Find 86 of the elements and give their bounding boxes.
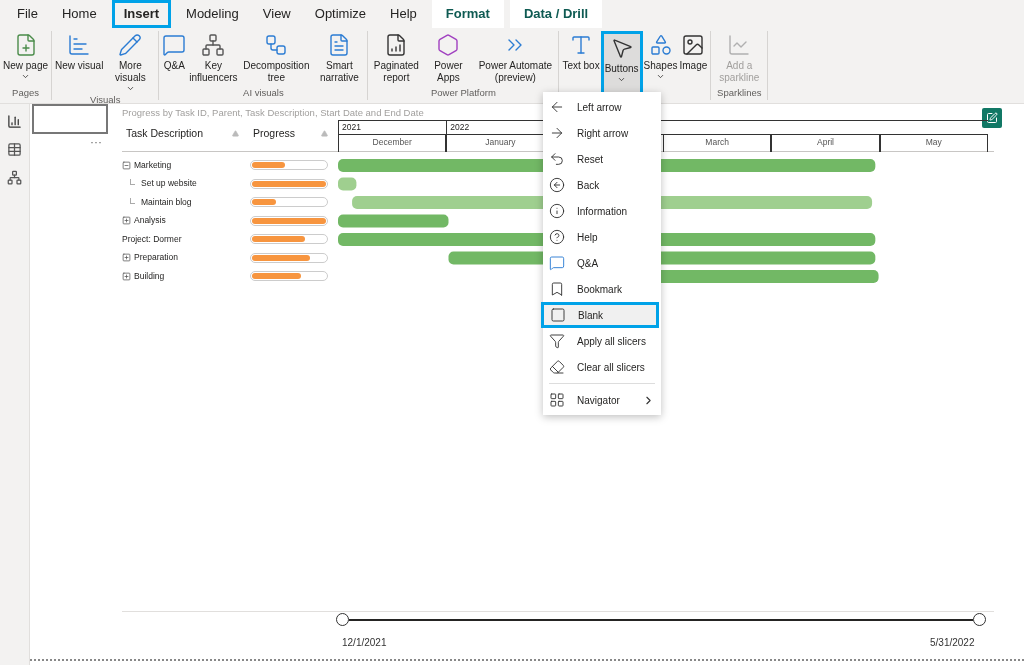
pencil-icon (118, 33, 143, 57)
hexagon-icon (436, 33, 461, 57)
group-label: Power Platform (429, 85, 497, 100)
ribbon-button[interactable]: Power Automate (preview) (474, 31, 557, 86)
ribbon-button[interactable]: More visuals (104, 31, 157, 93)
help-icon (549, 229, 565, 245)
month-label: March (663, 135, 772, 152)
table-view-icon[interactable] (7, 142, 22, 157)
ribbon-button[interactable]: Decomposition tree (239, 31, 314, 86)
column-header[interactable]: Progress (253, 126, 321, 151)
bar-chart-icon (67, 33, 92, 57)
task-name: Maintain blog (141, 195, 192, 209)
menu-item[interactable]: Blank (541, 302, 659, 328)
menu-item[interactable]: Help (543, 224, 661, 250)
bookmark-icon (549, 281, 565, 297)
task-name: Project: Dormer (122, 232, 182, 246)
ribbon-tab[interactable]: File (8, 0, 47, 28)
eraser-icon (549, 359, 565, 375)
expand-icon[interactable] (122, 271, 131, 281)
ribbon-button[interactable]: Q&A (161, 31, 188, 86)
focus-mode-button[interactable] (982, 108, 1002, 128)
task-name: Preparation (134, 251, 178, 265)
slider-handle[interactable] (973, 613, 986, 626)
group-label: Sparklines (716, 85, 763, 100)
month-label: April (771, 135, 880, 152)
ribbon-tab[interactable]: View (253, 0, 300, 28)
ribbon-button[interactable]: Image (678, 31, 709, 100)
menu-item[interactable]: Back (543, 172, 661, 198)
task-name: Set up website (141, 177, 197, 191)
page-thumbnail[interactable] (32, 104, 108, 134)
start-date: 12/1/2021 (342, 636, 387, 650)
month-label: May (879, 135, 988, 152)
model-view-icon[interactable] (7, 170, 22, 185)
column-header[interactable]: Task Description (126, 126, 232, 151)
speech-bubble-icon (549, 255, 565, 271)
ribbon-tab[interactable]: Data / Drill (509, 0, 603, 28)
more-options[interactable]: ··· (90, 137, 102, 147)
sparkline-icon (727, 33, 752, 57)
month-label: December (338, 135, 447, 152)
tree-connector (130, 197, 135, 204)
menu-item[interactable]: Bookmark (543, 276, 661, 302)
menu-item[interactable]: Q&A (543, 250, 661, 276)
info-icon (549, 203, 565, 219)
grid-icon (549, 392, 565, 408)
task-name: Marketing (134, 158, 172, 172)
task-name: Analysis (134, 214, 166, 228)
ribbon-button[interactable]: Power Apps (422, 31, 475, 86)
slider-handle[interactable] (336, 613, 349, 626)
menu-item[interactable]: Apply all slicers (543, 328, 661, 354)
task-name: Building (134, 269, 165, 283)
expand-icon[interactable] (122, 216, 131, 226)
ribbon-button[interactable]: New page (2, 31, 50, 86)
image-icon (681, 33, 706, 57)
date-range-slider[interactable] (336, 613, 986, 627)
ribbon-tab[interactable]: Format (431, 0, 504, 28)
ribbon-button[interactable]: New visual (54, 31, 105, 93)
edit-icon (986, 112, 998, 124)
collapse-icon[interactable] (122, 160, 131, 170)
visual-title: Progress by Task ID, Parent, Task Description, Start Date and End Date (122, 106, 424, 120)
year-label: 2021 (338, 121, 447, 134)
back-circle-icon (549, 177, 565, 193)
ribbon-tab[interactable]: Help (381, 0, 426, 28)
undo-arrow-icon (549, 151, 565, 167)
shapes-icon (648, 33, 673, 57)
ribbon-tab[interactable]: Optimize (305, 0, 376, 28)
ribbon-tab[interactable]: Insert (111, 0, 172, 28)
ribbon-button[interactable]: Paginated report (370, 31, 423, 86)
menu-item[interactable]: Clear all slicers (543, 354, 661, 380)
menu-item[interactable]: Information (543, 198, 661, 224)
end-date: 5/31/2022 (930, 636, 975, 650)
expand-icon[interactable] (122, 253, 131, 263)
rectangle-icon (550, 307, 566, 323)
filter-icon (549, 333, 565, 349)
ribbon-button[interactable]: Smart narrative (313, 31, 366, 86)
menu-item[interactable]: Navigator (543, 387, 661, 413)
tree-icon (264, 33, 289, 57)
group-label: Pages (11, 85, 40, 100)
ribbon-tab[interactable]: Home (52, 0, 106, 28)
speech-bubble-icon (162, 33, 187, 57)
tree-connector (130, 179, 135, 186)
group-label: Visuals (89, 93, 122, 107)
ribbon-tab[interactable]: Modeling (177, 0, 248, 28)
ribbon-button[interactable]: Key influencers (187, 31, 240, 86)
group-label: AI visuals (242, 85, 285, 100)
report-view-icon[interactable] (7, 114, 22, 129)
text-box-icon (569, 33, 593, 57)
